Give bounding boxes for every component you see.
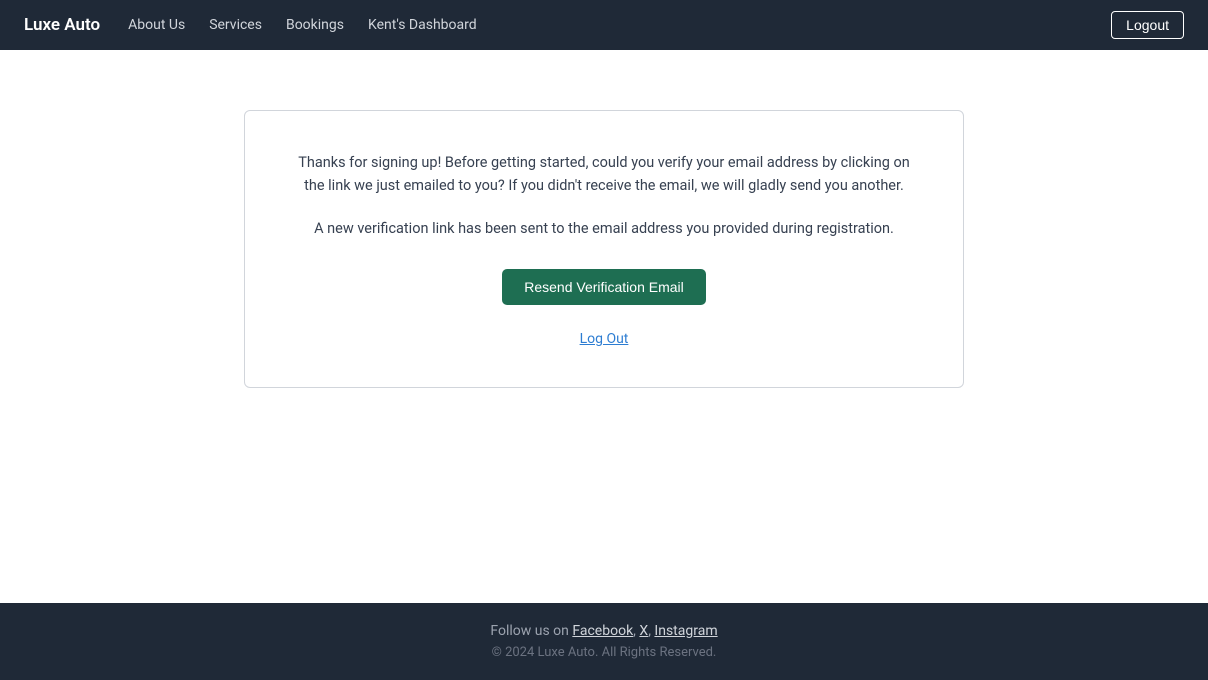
logout-link[interactable]: Log Out bbox=[293, 331, 915, 347]
footer-link-facebook[interactable]: Facebook bbox=[572, 623, 633, 639]
nav-links: About Us Services Bookings Kent's Dashbo… bbox=[128, 17, 1083, 33]
verification-message: Thanks for signing up! Before getting st… bbox=[293, 151, 915, 197]
verification-card: Thanks for signing up! Before getting st… bbox=[244, 110, 964, 388]
footer-link-instagram[interactable]: Instagram bbox=[654, 623, 717, 639]
nav-link-about-us[interactable]: About Us bbox=[128, 17, 185, 33]
nav-brand[interactable]: Luxe Auto bbox=[24, 15, 100, 35]
footer-copyright: © 2024 Luxe Auto. All Rights Reserved. bbox=[24, 645, 1184, 660]
nav-link-kents-dashboard[interactable]: Kent's Dashboard bbox=[368, 17, 477, 33]
footer-follow-text: Follow us on Facebook, X, Instagram bbox=[24, 623, 1184, 639]
footer-link-x[interactable]: X bbox=[639, 623, 648, 639]
resend-verification-button[interactable]: Resend Verification Email bbox=[502, 269, 706, 305]
footer: Follow us on Facebook, X, Instagram © 20… bbox=[0, 603, 1208, 680]
nav-logout-button[interactable]: Logout bbox=[1111, 11, 1184, 39]
navbar: Luxe Auto About Us Services Bookings Ken… bbox=[0, 0, 1208, 50]
verification-sent-message: A new verification link has been sent to… bbox=[293, 217, 915, 240]
nav-link-services[interactable]: Services bbox=[209, 17, 262, 33]
nav-link-bookings[interactable]: Bookings bbox=[286, 17, 344, 33]
follow-label: Follow us on bbox=[490, 623, 572, 639]
main-content: Thanks for signing up! Before getting st… bbox=[0, 50, 1208, 603]
